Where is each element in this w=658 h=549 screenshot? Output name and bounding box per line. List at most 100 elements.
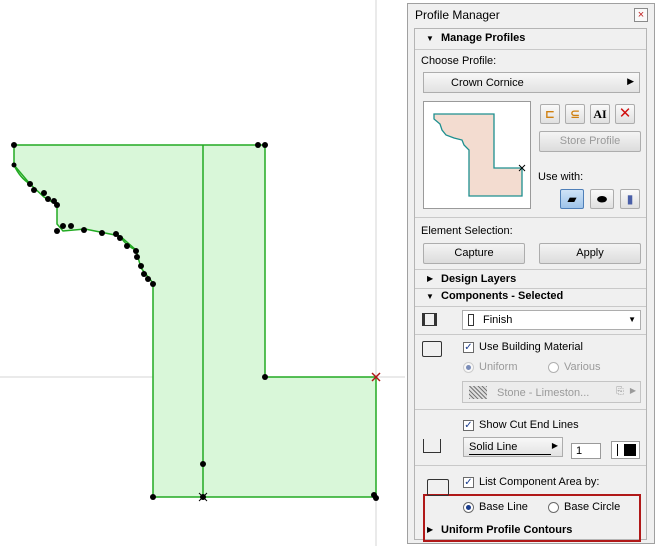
hotspot[interactable] bbox=[11, 142, 17, 148]
profile-shape[interactable] bbox=[13, 144, 377, 498]
expanded-triangle-icon: ▼ bbox=[426, 292, 434, 301]
hotspot[interactable] bbox=[262, 142, 268, 148]
hotspot[interactable] bbox=[138, 263, 144, 269]
hotspot[interactable] bbox=[145, 276, 151, 282]
element-selection-label: Element Selection: bbox=[421, 225, 513, 237]
profile-drawing[interactable] bbox=[0, 0, 405, 546]
hotspot[interactable] bbox=[117, 235, 123, 241]
profile-editor-canvas[interactable] bbox=[0, 0, 405, 546]
delete-profile-icon[interactable]: ✕ bbox=[615, 104, 635, 124]
design-layers-header[interactable]: ▶ Design Layers bbox=[415, 273, 646, 287]
divider bbox=[415, 465, 646, 466]
apply-label: Apply bbox=[576, 247, 604, 259]
divider bbox=[415, 288, 646, 289]
store-profile-label: Store Profile bbox=[559, 135, 621, 147]
profile-select-value: Crown Cornice bbox=[451, 77, 524, 89]
building-material-select[interactable]: Stone - Limeston... ⎘ ▶ bbox=[462, 381, 641, 403]
hotspot[interactable] bbox=[150, 494, 156, 500]
hatch-swatch-icon bbox=[469, 386, 487, 399]
line-type-select[interactable]: Solid Line ▶ bbox=[463, 437, 563, 457]
component-select-value: Finish bbox=[483, 314, 513, 326]
rename-profile-icon[interactable]: AI bbox=[590, 104, 610, 124]
hotspot[interactable] bbox=[45, 196, 51, 202]
store-profile-button[interactable]: Store Profile bbox=[539, 131, 641, 152]
manage-profiles-header[interactable]: ▼ Manage Profiles bbox=[415, 32, 646, 46]
base-line-radio[interactable] bbox=[463, 502, 474, 513]
base-line-label: Base Line bbox=[479, 501, 528, 513]
apply-button[interactable]: Apply bbox=[539, 243, 641, 264]
uniform-profile-contours-title: Uniform Profile Contours bbox=[441, 524, 573, 536]
uniform-profile-contours-header[interactable]: ▶ Uniform Profile Contours bbox=[415, 524, 646, 538]
various-radio[interactable] bbox=[548, 362, 559, 373]
divider bbox=[415, 409, 646, 410]
wall-icon[interactable]: ▰ bbox=[560, 189, 584, 209]
hotspot[interactable] bbox=[27, 181, 33, 187]
hotspot[interactable] bbox=[54, 202, 60, 208]
triangle-right-icon: ▶ bbox=[627, 76, 634, 86]
collapsed-triangle-icon: ▶ bbox=[427, 274, 434, 283]
divider bbox=[415, 334, 646, 335]
new-profile-icon[interactable]: ⊏ bbox=[540, 104, 560, 124]
manage-profiles-title: Manage Profiles bbox=[441, 32, 526, 44]
various-label: Various bbox=[564, 361, 601, 373]
duplicate-profile-icon[interactable]: ⊆ bbox=[565, 104, 585, 124]
divider bbox=[415, 49, 646, 50]
beam-icon[interactable]: ⬬ bbox=[590, 189, 614, 209]
profile-thumbnail-shape bbox=[433, 113, 523, 197]
uniform-radio[interactable] bbox=[463, 362, 474, 373]
column-icon[interactable]: ▮ bbox=[620, 189, 640, 209]
hotspot[interactable] bbox=[200, 461, 206, 467]
use-building-material-label: Use Building Material bbox=[479, 341, 583, 353]
hotspot[interactable] bbox=[41, 190, 47, 196]
base-circle-label: Base Circle bbox=[564, 501, 621, 513]
hotspot[interactable] bbox=[141, 271, 147, 277]
pen-color-swatch[interactable] bbox=[611, 441, 640, 459]
hotspot[interactable] bbox=[255, 142, 261, 148]
uniform-label: Uniform bbox=[479, 361, 518, 373]
hotspot[interactable] bbox=[99, 230, 105, 236]
capture-button[interactable]: Capture bbox=[423, 243, 525, 264]
expanded-triangle-icon: ▼ bbox=[426, 34, 434, 43]
settings-icon: ⎘ bbox=[616, 386, 624, 397]
profile-preview bbox=[423, 101, 531, 209]
hotspot[interactable] bbox=[54, 228, 60, 234]
collapsed-triangle-icon: ▶ bbox=[427, 525, 434, 534]
hotspot[interactable] bbox=[133, 248, 139, 254]
cut-end-line-icon bbox=[423, 439, 441, 453]
list-component-area-checkbox[interactable]: ✓ bbox=[463, 477, 474, 488]
hotspot[interactable] bbox=[124, 243, 130, 249]
show-cut-end-lines-checkbox[interactable]: ✓ bbox=[463, 420, 474, 431]
base-circle-radio[interactable] bbox=[548, 502, 559, 513]
divider bbox=[415, 269, 646, 270]
components-selected-title: Components - Selected bbox=[441, 290, 564, 302]
hotspot[interactable] bbox=[81, 227, 87, 233]
hotspot[interactable] bbox=[11, 162, 17, 168]
hotspot[interactable] bbox=[60, 223, 66, 229]
pen-number-value: 1 bbox=[576, 445, 583, 457]
list-component-area-label: List Component Area by: bbox=[479, 476, 600, 488]
component-select[interactable]: Finish ▼ bbox=[462, 310, 641, 330]
component-type-icon bbox=[422, 313, 437, 326]
profile-select[interactable]: Crown Cornice ▶ bbox=[423, 72, 640, 93]
components-selected-header[interactable]: ▼ Components - Selected bbox=[415, 290, 646, 304]
capture-label: Capture bbox=[454, 247, 494, 259]
hotspot[interactable] bbox=[31, 187, 37, 193]
hotspot[interactable] bbox=[150, 281, 156, 287]
close-button[interactable]: × bbox=[634, 8, 648, 22]
component-area-icon bbox=[427, 479, 449, 496]
hotspot[interactable] bbox=[68, 223, 74, 229]
choose-profile-label: Choose Profile: bbox=[421, 55, 497, 67]
title-bar[interactable]: Profile Manager × bbox=[408, 4, 654, 26]
component-swatch-icon bbox=[468, 314, 474, 326]
building-material-value: Stone - Limeston... bbox=[497, 387, 590, 399]
hotspot[interactable] bbox=[134, 254, 140, 260]
hotspot[interactable] bbox=[373, 495, 379, 501]
triangle-right-icon: ▶ bbox=[551, 441, 558, 450]
hotspot[interactable] bbox=[262, 374, 268, 380]
profile-manager-panel: Profile Manager × ▼ Manage Profiles Choo… bbox=[407, 3, 655, 544]
pen-number-field[interactable]: 1 bbox=[571, 443, 601, 459]
use-building-material-checkbox[interactable]: ✓ bbox=[463, 342, 474, 353]
use-with-label: Use with: bbox=[538, 171, 584, 183]
panel-body: ▼ Manage Profiles Choose Profile: Crown … bbox=[414, 28, 647, 542]
show-cut-end-lines-label: Show Cut End Lines bbox=[479, 419, 579, 431]
